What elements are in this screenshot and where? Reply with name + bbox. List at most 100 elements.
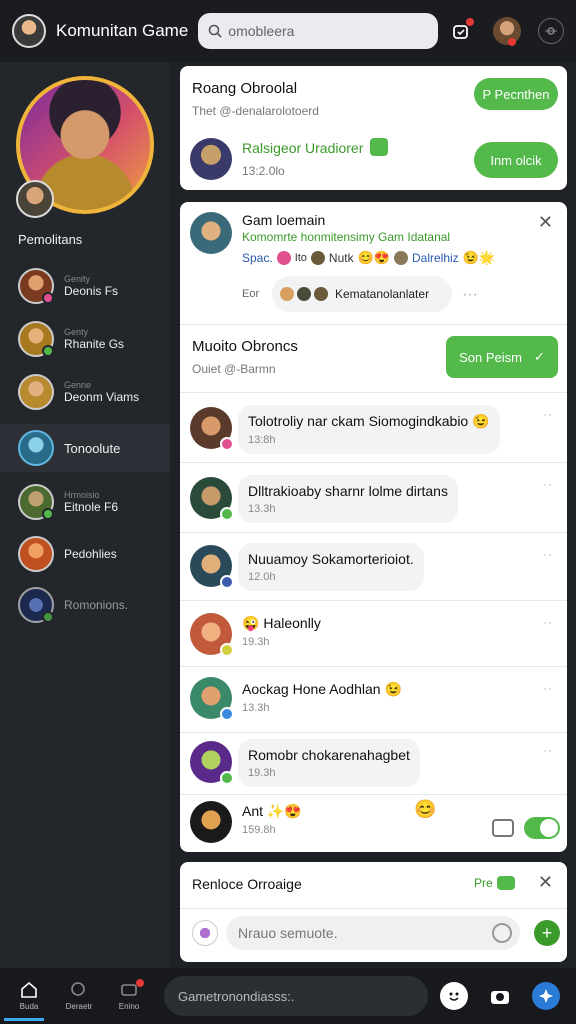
join-button[interactable]: Son Peism ✓	[446, 336, 558, 378]
join-button-label: Son Peism	[459, 349, 522, 365]
attach-icon[interactable]	[192, 920, 218, 946]
camera-button[interactable]	[486, 982, 514, 1010]
nav-item-discover[interactable]: Deraetr	[54, 981, 104, 1011]
more-icon[interactable]: ··	[543, 743, 553, 757]
nav-label: Buda	[19, 1002, 39, 1011]
toggle-knob	[540, 819, 558, 837]
message-placeholder: Nrauo semuote.	[238, 925, 338, 941]
camera-icon	[491, 991, 509, 1004]
assistant-button[interactable]	[532, 982, 560, 1010]
reaction-avatar	[297, 287, 311, 301]
profile-button[interactable]	[492, 16, 522, 46]
message-row[interactable]: Nuuamoy Sokamorterioiot. 12.0h ··	[180, 532, 567, 600]
nav-label: Deraetr	[65, 1002, 93, 1011]
message-row[interactable]: Aockag Hone Aodhlan 😉 13.3h ··	[180, 666, 567, 732]
message-input[interactable]: Nrauo semuote.	[226, 916, 520, 950]
close-icon[interactable]: ✕	[538, 212, 553, 233]
message-text: Aockag Hone Aodhlan	[242, 681, 381, 697]
smiley-icon[interactable]	[440, 982, 468, 1010]
message-row[interactable]: Romobr chokarenahagbet 19.3h ··	[180, 732, 567, 794]
divider	[180, 324, 567, 325]
sidebar-item-1[interactable]: Genity Deonis Fs	[0, 262, 170, 310]
close-icon[interactable]: ✕	[538, 872, 553, 893]
message-row[interactable]: Dlltrakioaby sharnr lolme dirtans 13.3h …	[180, 462, 567, 532]
notification-dot	[466, 18, 474, 26]
add-icon[interactable]: +	[534, 920, 560, 946]
invite-card: Roang Obroolal Thet @-denalarolotoerd P …	[180, 66, 567, 190]
section-subtitle: Ouiet @-Barmn	[192, 362, 276, 376]
primary-action-button[interactable]: P Pecnthen	[474, 78, 558, 110]
message-plain: Aockag Hone Aodhlan 😉 13.3h	[242, 681, 402, 714]
top-bar: Komunitan Game omobleera	[0, 0, 576, 62]
more-icon[interactable]: ··	[543, 407, 553, 421]
message-row[interactable]: 😜 Haleonlly 19.3h ··	[180, 600, 567, 666]
sidebar-item-6[interactable]: Pedohlies	[0, 530, 170, 578]
video-icon[interactable]	[492, 819, 514, 837]
message-time: 13.3h	[242, 702, 270, 714]
sidebar-item-sub: Genty	[64, 327, 89, 337]
secondary-action-button[interactable]: Inm olcik	[474, 142, 558, 178]
sidebar-item-label: Deonm Viams	[64, 390, 140, 404]
sidebar-avatar	[18, 430, 54, 466]
status-badge	[220, 437, 234, 451]
bottom-nav: Buda Deraetr Enino Gametronondiasss:.	[0, 968, 576, 1024]
sidebar-item-5[interactable]: Hrmoisio Eitnole F6	[0, 478, 170, 526]
status-dot	[42, 508, 54, 520]
member-name: Dalrelhiz	[411, 251, 459, 265]
reaction-pill[interactable]: Kematanolanlater	[272, 276, 452, 312]
search-placeholder: omobleera	[228, 23, 295, 39]
sidebar-avatar	[18, 484, 54, 520]
message-text: Nuuamoy Sokamorterioiot.	[248, 551, 414, 567]
sidebar-item-sub: Hrmoisio	[64, 490, 100, 500]
toggle-switch[interactable]	[524, 817, 560, 839]
chat-card: Gam loemain Komomrte honmitensimy Gam Id…	[180, 202, 567, 852]
sidebar-item-7[interactable]: Romonions.	[0, 581, 170, 629]
status-badge	[220, 507, 234, 521]
composer-badge: Pre	[474, 876, 515, 890]
emoji-icon: 😊	[414, 799, 437, 819]
more-icon[interactable]: ···	[462, 286, 478, 304]
chat-icon	[496, 876, 515, 890]
message-time: 159.8h	[242, 824, 276, 836]
user-avatar[interactable]	[12, 14, 46, 48]
emoji-icon: 😉🌟	[462, 250, 496, 265]
sparkle-icon	[539, 989, 553, 1003]
nav-item-home[interactable]: Buda	[4, 981, 54, 1021]
search-icon	[71, 982, 85, 996]
profile-avatar	[493, 17, 521, 45]
more-icon[interactable]: ··	[543, 681, 553, 695]
emoji-icon: ✨😍	[266, 803, 302, 819]
nav-item-messages[interactable]: Enino	[104, 979, 154, 1011]
sidebar-item-sub: Genne	[64, 380, 92, 390]
settings-button[interactable]	[538, 18, 564, 44]
member-avatar	[393, 251, 408, 265]
sidebar-avatar	[18, 374, 54, 410]
more-icon[interactable]: ··	[543, 615, 553, 629]
more-icon[interactable]: ··	[543, 477, 553, 491]
featured-small-avatar[interactable]	[16, 180, 54, 218]
notification-button[interactable]	[446, 16, 476, 46]
message-row[interactable]: Tolotroliy nar ckam Siomogindkabio 😉 13:…	[180, 392, 567, 462]
message-row[interactable]: Ant ✨😍 159.8h 😊	[180, 794, 567, 852]
sidebar-item-label: Deonis Fs	[64, 284, 119, 298]
section-title: Muoito Obroncs	[192, 338, 298, 355]
sidebar-item-2[interactable]: Genty Rhanite Gs	[0, 315, 170, 363]
sidebar-item-label: Rhanite Gs	[64, 337, 125, 351]
status-badge	[220, 575, 234, 589]
group-desc: Komomrte honmitensimy Gam Idatanal	[242, 230, 451, 244]
reaction-prefix: Eor	[242, 288, 260, 300]
message-text: Dlltrakioaby sharnr lolme dirtans	[248, 483, 448, 499]
divider	[180, 908, 567, 909]
profile-status-dot	[508, 38, 516, 46]
bottom-search-input[interactable]: Gametronondiasss:.	[164, 976, 428, 1016]
more-icon[interactable]: ··	[543, 547, 553, 561]
group-members-line: Spac. Ito Nutk 😊😍 Dalrelhiz 😉🌟	[242, 250, 495, 266]
sidebar-item-4[interactable]: Tonoolute	[0, 424, 170, 472]
card-subtitle: Thet @-denalarolotoerd	[192, 104, 319, 118]
card-title: Roang Obroolal	[192, 80, 298, 97]
emoji-picker-icon[interactable]	[492, 923, 512, 943]
sidebar-item-3[interactable]: Genne Deonm Viams	[0, 368, 170, 416]
search-input[interactable]: omobleera	[198, 13, 439, 49]
composer-card: Renloce Orroaige Pre ✕ Nrauo semuote. +	[180, 862, 567, 962]
sidebar-avatar	[18, 587, 54, 623]
